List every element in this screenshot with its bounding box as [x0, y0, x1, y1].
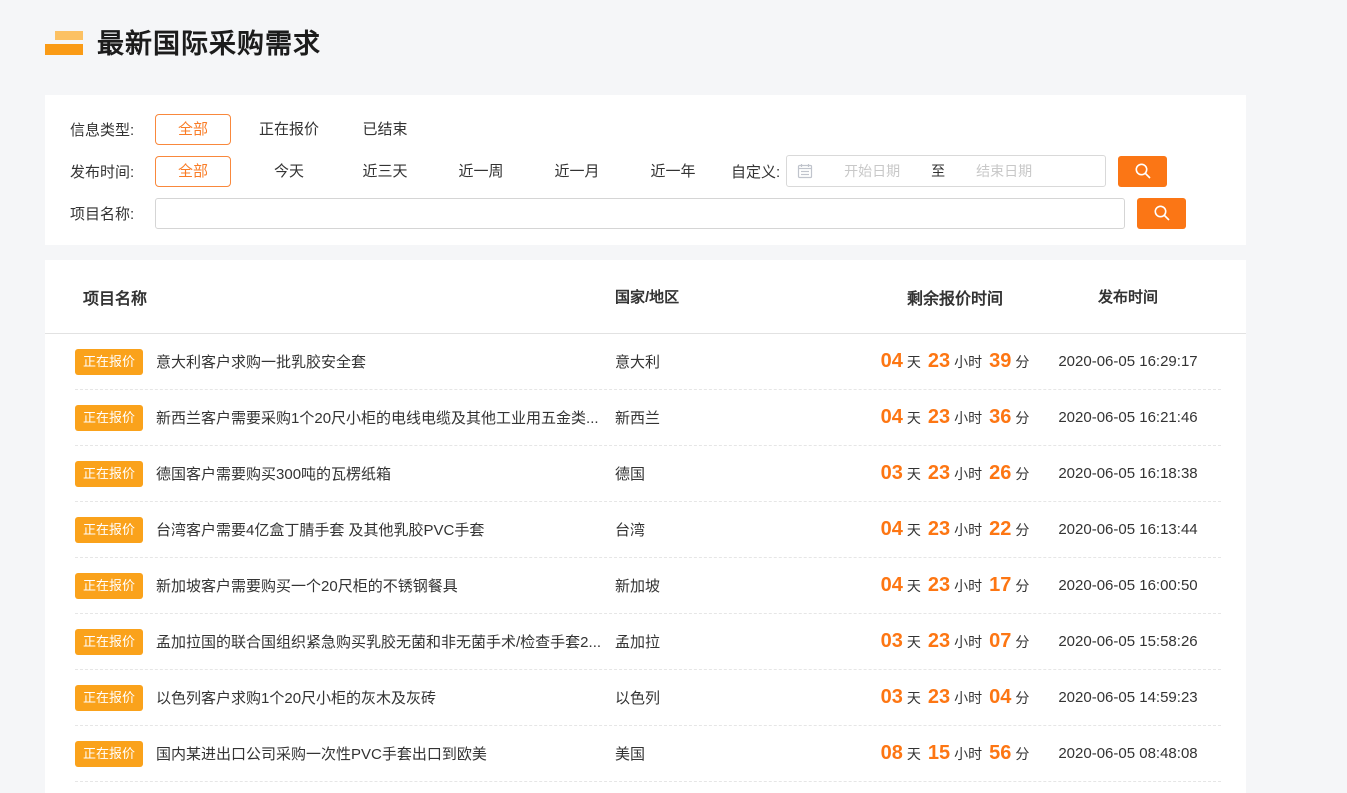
publish-time-cell: 2020-06-05 08:48:08: [1035, 745, 1221, 762]
project-title-link[interactable]: 德国客户需要购买300吨的瓦楞纸箱: [156, 463, 391, 484]
search-icon: [1134, 162, 1152, 180]
status-badge: 正在报价: [75, 349, 143, 375]
project-title-link[interactable]: 台湾客户需要4亿盒丁腈手套 及其他乳胶PVC手套: [156, 519, 484, 540]
time-option-today[interactable]: 今天: [251, 156, 327, 187]
filter-row-publish-time: 发布时间: 全部 今天 近三天 近一周 近一月 近一年 自定义: 至: [70, 155, 1246, 187]
info-type-option-ended[interactable]: 已结束: [347, 114, 423, 145]
country-cell: 台湾: [610, 519, 875, 540]
publish-time-cell: 2020-06-05 16:18:38: [1035, 465, 1221, 482]
end-date-input[interactable]: [945, 163, 1063, 179]
remaining-time-cell: 04天23小时39分: [875, 350, 1035, 373]
project-title-link[interactable]: 新西兰客户需要采购1个20尺小柜的电线电缆及其他工业用五金类...: [156, 407, 599, 428]
filter-row-info-type: 信息类型: 全部 正在报价 已结束: [70, 113, 1246, 145]
table-header: 项目名称 国家/地区 剩余报价时间 发布时间: [45, 260, 1246, 334]
publish-time-cell: 2020-06-05 16:13:44: [1035, 521, 1221, 538]
info-type-label: 信息类型:: [70, 119, 155, 140]
project-title-link[interactable]: 意大利客户求购一批乳胶安全套: [156, 351, 366, 372]
table-row[interactable]: 正在报价以色列客户求购1个20尺小柜的灰木及灰砖 以色列 03天23小时04分 …: [75, 670, 1221, 726]
col-header-country: 国家/地区: [610, 286, 875, 307]
procurement-table: 项目名称 国家/地区 剩余报价时间 发布时间 正在报价意大利客户求购一批乳胶安全…: [45, 260, 1246, 793]
table-row[interactable]: 正在报价新加坡客户需要购买一个20尺柜的不锈钢餐具 新加坡 04天23小时17分…: [75, 558, 1221, 614]
page-header: 最新国际采购需求: [45, 22, 321, 61]
table-body: 正在报价意大利客户求购一批乳胶安全套 意大利 04天23小时39分 2020-0…: [45, 334, 1246, 782]
time-option-month[interactable]: 近一月: [539, 156, 615, 187]
remaining-time-cell: 03天23小时26分: [875, 462, 1035, 485]
info-type-option-quoting[interactable]: 正在报价: [251, 114, 327, 145]
table-row[interactable]: 正在报价德国客户需要购买300吨的瓦楞纸箱 德国 03天23小时26分 2020…: [75, 446, 1221, 502]
time-option-3days[interactable]: 近三天: [347, 156, 423, 187]
publish-time-cell: 2020-06-05 14:59:23: [1035, 689, 1221, 706]
remaining-time-cell: 04天23小时17分: [875, 574, 1035, 597]
calendar-icon: [797, 163, 813, 179]
remaining-time-cell: 03天23小时04分: [875, 686, 1035, 709]
publish-time-cell: 2020-06-05 16:00:50: [1035, 577, 1221, 594]
project-name-input[interactable]: [155, 198, 1125, 229]
remaining-time-cell: 04天23小时22分: [875, 518, 1035, 541]
col-header-project: 项目名称: [75, 285, 610, 309]
country-cell: 意大利: [610, 351, 875, 372]
search-icon: [1153, 204, 1171, 222]
status-badge: 正在报价: [75, 461, 143, 487]
custom-range-label: 自定义:: [731, 161, 780, 182]
status-badge: 正在报价: [75, 405, 143, 431]
status-badge: 正在报价: [75, 629, 143, 655]
col-header-published: 发布时间: [1035, 286, 1221, 307]
time-option-year[interactable]: 近一年: [635, 156, 711, 187]
title-bars-icon: [45, 27, 83, 57]
country-cell: 孟加拉: [610, 631, 875, 652]
filter-panel: 信息类型: 全部 正在报价 已结束 发布时间: 全部 今天 近三天 近一周 近一…: [45, 95, 1246, 245]
status-badge: 正在报价: [75, 573, 143, 599]
country-cell: 美国: [610, 743, 875, 764]
country-cell: 以色列: [610, 687, 875, 708]
page-title: 最新国际采购需求: [97, 22, 321, 61]
country-cell: 德国: [610, 463, 875, 484]
publish-time-label: 发布时间:: [70, 161, 155, 182]
table-row[interactable]: 正在报价意大利客户求购一批乳胶安全套 意大利 04天23小时39分 2020-0…: [75, 334, 1221, 390]
publish-time-cell: 2020-06-05 15:58:26: [1035, 633, 1221, 650]
country-cell: 新西兰: [610, 407, 875, 428]
project-name-label: 项目名称:: [70, 203, 155, 224]
time-option-all[interactable]: 全部: [155, 156, 231, 187]
table-row[interactable]: 正在报价新西兰客户需要采购1个20尺小柜的电线电缆及其他工业用五金类... 新西…: [75, 390, 1221, 446]
publish-time-cell: 2020-06-05 16:21:46: [1035, 409, 1221, 426]
col-header-remaining: 剩余报价时间: [875, 285, 1035, 309]
project-title-link[interactable]: 以色列客户求购1个20尺小柜的灰木及灰砖: [156, 687, 436, 708]
remaining-time-cell: 08天15小时56分: [875, 742, 1035, 765]
remaining-time-cell: 04天23小时36分: [875, 406, 1035, 429]
project-title-link[interactable]: 新加坡客户需要购买一个20尺柜的不锈钢餐具: [156, 575, 458, 596]
country-cell: 新加坡: [610, 575, 875, 596]
time-option-week[interactable]: 近一周: [443, 156, 519, 187]
start-date-input[interactable]: [813, 163, 931, 179]
publish-time-cell: 2020-06-05 16:29:17: [1035, 353, 1221, 370]
status-badge: 正在报价: [75, 685, 143, 711]
table-row[interactable]: 正在报价孟加拉国的联合国组织紧急购买乳胶无菌和非无菌手术/检查手套2... 孟加…: [75, 614, 1221, 670]
project-search-button[interactable]: [1137, 198, 1186, 229]
filter-row-project-name: 项目名称:: [70, 197, 1246, 229]
date-search-button[interactable]: [1118, 156, 1167, 187]
table-row[interactable]: 正在报价国内某进出口公司采购一次性PVC手套出口到欧美 美国 08天15小时56…: [75, 726, 1221, 782]
project-title-link[interactable]: 孟加拉国的联合国组织紧急购买乳胶无菌和非无菌手术/检查手套2...: [156, 631, 601, 652]
info-type-option-all[interactable]: 全部: [155, 114, 231, 145]
status-badge: 正在报价: [75, 517, 143, 543]
project-title-link[interactable]: 国内某进出口公司采购一次性PVC手套出口到欧美: [156, 743, 487, 764]
date-range-picker[interactable]: 至: [786, 155, 1106, 187]
remaining-time-cell: 03天23小时07分: [875, 630, 1035, 653]
table-row[interactable]: 正在报价台湾客户需要4亿盒丁腈手套 及其他乳胶PVC手套 台湾 04天23小时2…: [75, 502, 1221, 558]
range-separator: 至: [931, 161, 945, 181]
status-badge: 正在报价: [75, 741, 143, 767]
